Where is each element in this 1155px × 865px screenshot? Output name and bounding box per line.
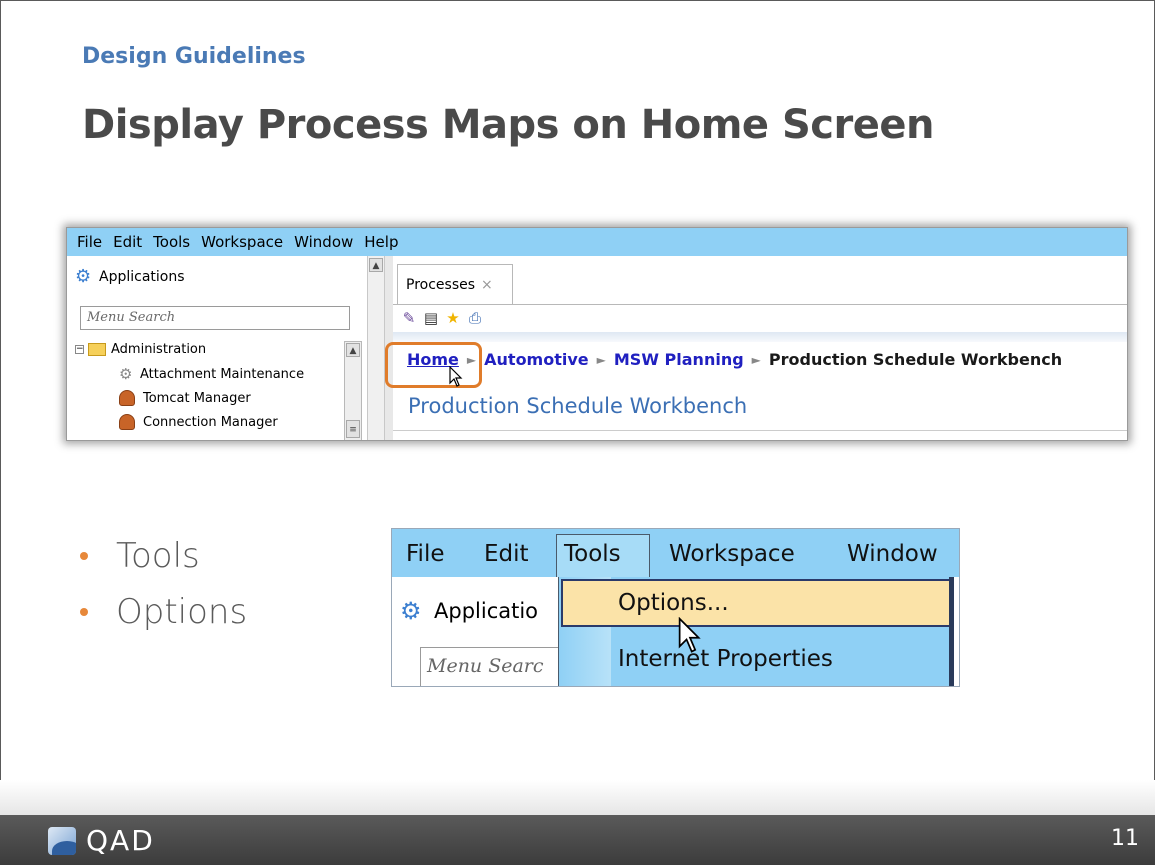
footer-fade <box>0 780 1155 815</box>
menu-tools[interactable]: Tools <box>153 233 190 251</box>
menu-window[interactable]: Window <box>847 541 938 567</box>
table-icon[interactable]: ▤ <box>423 310 439 326</box>
menu-search-input[interactable]: Menu Searc <box>420 647 580 686</box>
toolbar: ✎ ▤ ★ ⎙ <box>401 310 489 326</box>
menu-item-options[interactable]: Options... <box>618 590 729 616</box>
applications-panel: ⚙ Applications Menu Search − Administrat… <box>67 256 385 440</box>
bullet-item: Tools <box>80 528 247 584</box>
breadcrumb-automotive[interactable]: Automotive <box>484 350 589 369</box>
breadcrumb: Home ► Automotive ► MSW Planning ► Produ… <box>407 350 1062 369</box>
qad-logo-icon <box>48 826 76 855</box>
divider <box>393 430 1127 431</box>
menu-tools[interactable]: Tools <box>564 541 621 567</box>
folder-icon <box>88 343 106 356</box>
menu-search-input[interactable]: Menu Search <box>80 306 350 330</box>
mouse-cursor-icon <box>449 365 463 392</box>
menu-workspace[interactable]: Workspace <box>201 233 283 251</box>
bullet-icon <box>80 552 88 560</box>
scroll-up-icon[interactable]: ▲ <box>346 343 360 357</box>
collapse-icon[interactable]: − <box>75 345 84 354</box>
menu-edit[interactable]: Edit <box>113 233 142 251</box>
cog-icon: ⚙ <box>119 365 133 383</box>
applications-label: Applicatio <box>434 599 539 623</box>
menu-tree: − Administration ⚙ Attachment Maintenanc… <box>75 342 345 440</box>
breadcrumb-msw-planning[interactable]: MSW Planning <box>614 350 744 369</box>
menu-file[interactable]: File <box>77 233 102 251</box>
app-screenshot-tools-menu: File Edit Tools Workspace Window ⚙ Appli… <box>391 528 960 687</box>
menu-shadow <box>949 577 954 686</box>
tree-item-label: Connection Manager <box>143 414 278 430</box>
close-icon[interactable]: × <box>481 277 493 293</box>
menu-item-internet-properties[interactable]: Internet Properties <box>618 646 833 672</box>
breadcrumb-separator-icon: ► <box>596 352 606 367</box>
tab-divider <box>393 304 1127 305</box>
scroll-up-icon[interactable]: ▲ <box>369 258 383 272</box>
menu-window[interactable]: Window <box>294 233 353 251</box>
tree-item-label: Administration <box>111 342 207 357</box>
logo-text: QAD <box>86 824 155 857</box>
menu-help[interactable]: Help <box>364 233 398 251</box>
applications-panel: ⚙ Applicatio Menu Searc <box>392 577 580 686</box>
qad-logo: QAD <box>48 824 155 857</box>
slide-subtitle: Design Guidelines <box>82 44 306 69</box>
print-icon[interactable]: ⎙ <box>467 310 483 326</box>
bullet-text: Options <box>116 592 248 632</box>
breadcrumb-current: Production Schedule Workbench <box>768 350 1063 369</box>
tree-item-administration[interactable]: − Administration <box>75 342 206 357</box>
tree-item-tomcat-manager[interactable]: Tomcat Manager <box>119 390 251 406</box>
tools-dropdown-menu: Options... Internet Properties <box>558 577 954 686</box>
slide-title: Display Process Maps on Home Screen <box>82 102 934 148</box>
gear-icon: ⚙ <box>75 266 92 287</box>
bullet-item: Options <box>80 584 247 640</box>
app-screenshot-main: File Edit Tools Workspace Window Help ⚙ … <box>66 227 1128 441</box>
gear-icon: ⚙ <box>400 597 422 625</box>
scroll-thumb[interactable]: ≡ <box>346 420 360 438</box>
bullet-icon <box>80 608 88 616</box>
applications-label: Applications <box>99 269 185 285</box>
tab-label: Processes <box>406 277 476 293</box>
tree-item-label: Tomcat Manager <box>143 390 251 406</box>
star-icon[interactable]: ★ <box>445 310 461 326</box>
tree-scrollbar[interactable]: ▲ ≡ <box>344 341 362 440</box>
page-number: 11 <box>1111 826 1139 851</box>
tree-item-attachment-maintenance[interactable]: ⚙ Attachment Maintenance <box>119 366 304 382</box>
applications-header[interactable]: ⚙ Applications <box>75 268 185 286</box>
tree-item-label: Attachment Maintenance <box>140 366 305 382</box>
user-icon <box>119 390 135 406</box>
bullet-list: Tools Options <box>80 528 247 640</box>
toolbar-separator <box>393 332 1127 342</box>
content-panel: Processes × ✎ ▤ ★ ⎙ Home ► Automotive ► M… <box>385 256 1127 440</box>
page-title: Production Schedule Workbench <box>408 394 748 418</box>
applications-header[interactable]: ⚙ Applicatio <box>400 599 538 623</box>
bullet-text: Tools <box>116 536 200 576</box>
menu-file[interactable]: File <box>406 541 445 567</box>
tree-item-connection-manager[interactable]: Connection Manager <box>119 414 278 430</box>
breadcrumb-separator-icon: ► <box>751 352 761 367</box>
panel-scrollbar[interactable]: ▲ <box>367 256 385 440</box>
menubar: File Edit Tools Workspace Window Help <box>67 228 1127 256</box>
user-icon <box>119 414 135 430</box>
tab-processes[interactable]: Processes × <box>397 264 513 304</box>
menu-workspace[interactable]: Workspace <box>669 541 795 567</box>
menu-edit[interactable]: Edit <box>484 541 529 567</box>
footer-bar <box>0 815 1155 865</box>
edit-icon[interactable]: ✎ <box>401 310 417 326</box>
home-highlight-box <box>385 342 482 388</box>
mouse-cursor-icon <box>677 616 703 659</box>
